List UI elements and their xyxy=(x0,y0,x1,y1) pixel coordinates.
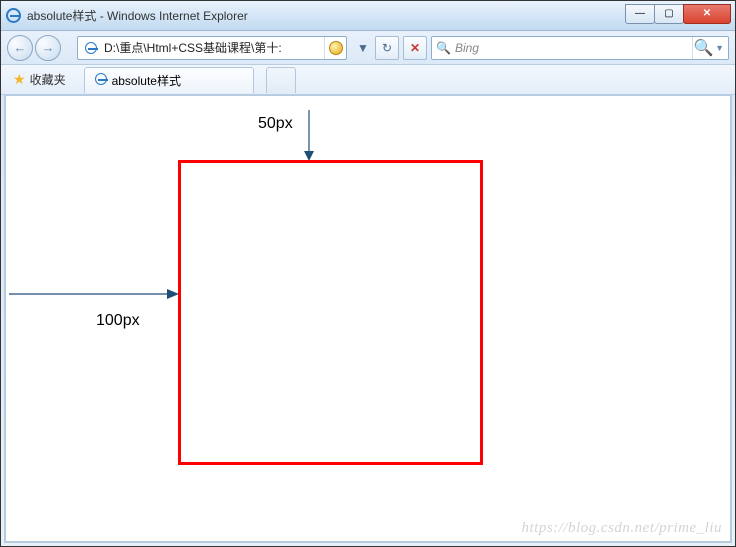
window-title: absolute样式 - Windows Internet Explorer xyxy=(27,7,626,24)
tab-label: absolute样式 xyxy=(112,72,181,89)
address-text: D:\重点\Html+CSS基础课程\第十: xyxy=(104,39,324,56)
favorites-bar: ★ 收藏夹 absolute样式 xyxy=(1,65,735,95)
tab-ie-icon xyxy=(95,73,107,88)
search-box[interactable]: 🔍 Bing 🔍 ▼ xyxy=(431,36,729,60)
favorites-label: 收藏夹 xyxy=(30,71,66,88)
page-ie-icon xyxy=(81,38,101,58)
window-controls: — ▢ ✕ xyxy=(626,4,731,24)
titlebar: absolute样式 - Windows Internet Explorer —… xyxy=(1,1,735,31)
new-tab-button[interactable] xyxy=(266,67,296,93)
compat-icon[interactable] xyxy=(324,37,346,59)
ie-icon xyxy=(5,8,21,24)
close-button[interactable]: ✕ xyxy=(683,4,731,24)
red-box xyxy=(178,160,483,465)
search-dropdown-icon[interactable]: ▼ xyxy=(715,43,724,53)
top-arrow xyxy=(303,110,315,162)
maximize-button[interactable]: ▢ xyxy=(654,4,684,24)
search-icon: 🔍 xyxy=(436,41,451,55)
search-go-icon[interactable]: 🔍 xyxy=(692,37,714,59)
address-bar[interactable]: D:\重点\Html+CSS基础课程\第十: xyxy=(77,36,347,60)
search-placeholder: Bing xyxy=(455,41,692,55)
top-offset-label: 50px xyxy=(258,115,293,133)
page-content: 50px 100px https://blog.csdn.net/prime_l… xyxy=(4,95,732,543)
stop-button[interactable]: ✕ xyxy=(403,36,427,60)
address-dropdown[interactable]: ▼ xyxy=(355,36,371,60)
refresh-button[interactable]: ↻ xyxy=(375,36,399,60)
stop-x-icon: ✕ xyxy=(410,41,420,55)
minimize-button[interactable]: — xyxy=(625,4,655,24)
browser-window: absolute样式 - Windows Internet Explorer —… xyxy=(1,1,735,546)
star-icon: ★ xyxy=(13,71,26,88)
watermark: https://blog.csdn.net/prime_liu xyxy=(522,520,723,537)
back-button[interactable]: ← xyxy=(7,35,33,61)
favorites-button[interactable]: ★ 收藏夹 xyxy=(7,68,72,91)
left-offset-label: 100px xyxy=(96,312,140,330)
tab-active[interactable]: absolute样式 xyxy=(84,67,254,93)
forward-button[interactable]: → xyxy=(35,35,61,61)
left-arrow xyxy=(9,288,179,300)
navbar: ← → D:\重点\Html+CSS基础课程\第十: ▼ ↻ ✕ 🔍 Bing … xyxy=(1,31,735,65)
